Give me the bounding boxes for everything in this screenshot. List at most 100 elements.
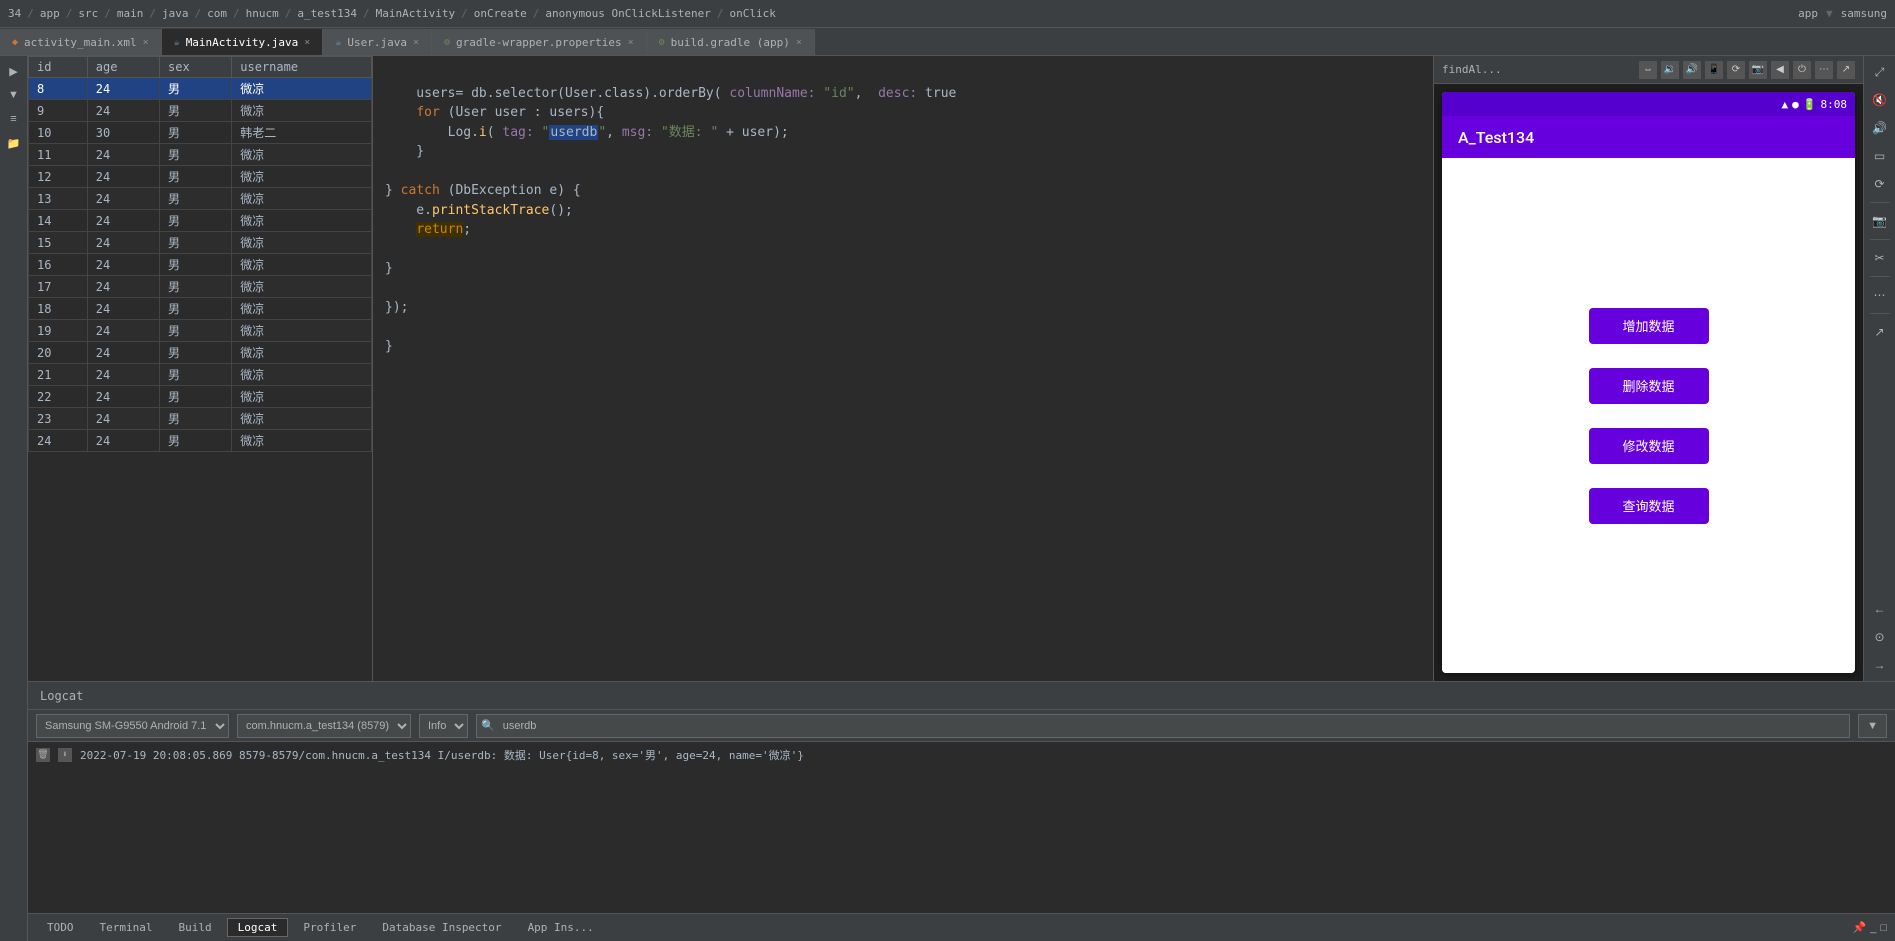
table-cell-sex: 男 — [160, 320, 232, 342]
tab-app-inspector[interactable]: App Ins... — [517, 918, 605, 937]
table-row[interactable]: 2124男微凉 — [29, 364, 372, 386]
bottom-panel-pin-btn[interactable]: 📌 — [1853, 921, 1867, 934]
logcat-content: 🗑 ⬇ 2022-07-19 20:08:05.869 8579-8579/co… — [28, 742, 1895, 913]
breadcrumb-src[interactable]: src — [78, 7, 98, 20]
forward-nav-btn[interactable]: → — [1868, 653, 1892, 677]
package-selector[interactable]: com.hnucm.a_test134 (8579) — [237, 714, 411, 738]
rotate-btn[interactable]: ⟳ — [1868, 172, 1892, 196]
table-row[interactable]: 1724男微凉 — [29, 276, 372, 298]
resource-manager-button[interactable]: 📁 — [3, 132, 25, 154]
breadcrumb-oncreate[interactable]: onCreate — [474, 7, 527, 20]
query-data-button[interactable]: 查询数据 — [1589, 488, 1709, 524]
tab-user-java[interactable]: ☕ User.java × — [323, 29, 432, 55]
bottom-panel-maximize-btn[interactable]: □ — [1880, 922, 1887, 934]
table-cell-age: 24 — [87, 144, 159, 166]
table-row[interactable]: 1824男微凉 — [29, 298, 372, 320]
delete-data-button[interactable]: 删除数据 — [1589, 368, 1709, 404]
breadcrumb-mainactivity[interactable]: MainActivity — [376, 7, 455, 20]
home-nav-btn[interactable]: ⊙ — [1868, 625, 1892, 649]
database-panel: id age sex username 824男微凉924男微凉1030男韩老二… — [28, 56, 373, 681]
level-selector[interactable]: Info — [419, 714, 468, 738]
tab-logcat[interactable]: Logcat — [227, 918, 289, 937]
table-cell-id: 16 — [29, 254, 88, 276]
table-row[interactable]: 1224男微凉 — [29, 166, 372, 188]
device-back-btn[interactable]: ◀ — [1771, 61, 1789, 79]
breadcrumb-main[interactable]: main — [117, 7, 144, 20]
collapse-all-button[interactable]: ▼ — [3, 84, 25, 106]
expand-all-button[interactable]: ▶ — [3, 60, 25, 82]
table-row[interactable]: 924男微凉 — [29, 100, 372, 122]
xml-icon: ◆ — [12, 37, 18, 48]
breadcrumb-com[interactable]: com — [207, 7, 227, 20]
add-data-button[interactable]: 增加数据 — [1589, 308, 1709, 344]
tab-database-inspector[interactable]: Database Inspector — [371, 918, 512, 937]
tab-gradle-wrapper[interactable]: ⚙ gradle-wrapper.properties × — [432, 29, 647, 55]
gradle-wrapper-icon: ⚙ — [444, 37, 450, 48]
device-more-btn[interactable]: ⋯ — [1815, 61, 1833, 79]
logcat-search-input[interactable] — [499, 714, 1849, 738]
breadcrumb-listener[interactable]: anonymous OnClickListener — [545, 7, 711, 20]
breadcrumb-samsung[interactable]: samsung — [1841, 7, 1887, 20]
tab-close-xml[interactable]: × — [143, 37, 149, 48]
code-editor[interactable]: users= db.selector(User.class).orderBy( … — [373, 56, 1433, 681]
device-rotate-btn[interactable]: ⟳ — [1727, 61, 1745, 79]
breadcrumb-app2[interactable]: app — [1798, 7, 1818, 20]
structure-button[interactable]: ≡ — [3, 108, 25, 130]
table-row[interactable]: 2024男微凉 — [29, 342, 372, 364]
device-selector[interactable]: Samsung SM-G9550 Android 7.1 — [36, 714, 229, 738]
back-nav-btn[interactable]: ← — [1868, 597, 1892, 621]
breadcrumb-hnucm[interactable]: hnucm — [246, 7, 279, 20]
sound-low-btn[interactable]: 🔇 — [1868, 88, 1892, 112]
tab-mainactivity-java[interactable]: ☕ MainActivity.java × — [162, 29, 324, 55]
device-screenshot-btn[interactable]: 📷 — [1749, 61, 1767, 79]
cut-btn[interactable]: ✂ — [1868, 246, 1892, 270]
device-volume-down-btn[interactable]: 🔉 — [1661, 61, 1679, 79]
table-row[interactable]: 1324男微凉 — [29, 188, 372, 210]
screen-size-btn[interactable]: ▭ — [1868, 144, 1892, 168]
log-download-btn[interactable]: ⬇ — [58, 748, 72, 762]
breadcrumb-app[interactable]: app — [40, 7, 60, 20]
table-cell-sex: 男 — [160, 232, 232, 254]
logcat-settings-btn[interactable]: ▼ — [1858, 714, 1887, 738]
breadcrumb-java[interactable]: java — [162, 7, 189, 20]
table-row[interactable]: 2424男微凉 — [29, 430, 372, 452]
table-row[interactable]: 2224男微凉 — [29, 386, 372, 408]
sound-high-btn[interactable]: 🔊 — [1868, 116, 1892, 140]
bottom-panel-minimize-btn[interactable]: _ — [1870, 922, 1876, 934]
device-power-btn[interactable]: ⏻ — [1793, 61, 1811, 79]
device-volume-up-btn[interactable]: 🔊 — [1683, 61, 1701, 79]
tab-profiler[interactable]: Profiler — [292, 918, 367, 937]
breadcrumb-test134[interactable]: a_test134 — [297, 7, 357, 20]
modify-data-button[interactable]: 修改数据 — [1589, 428, 1709, 464]
android-app-title: A_Test134 — [1458, 128, 1534, 147]
device-external-btn[interactable]: ↗ — [1837, 61, 1855, 79]
maximize-btn[interactable]: ⤢ — [1868, 60, 1892, 84]
more-options-btn[interactable]: ⋯ — [1868, 283, 1892, 307]
table-row[interactable]: 1624男微凉 — [29, 254, 372, 276]
table-row[interactable]: 1924男微凉 — [29, 320, 372, 342]
tab-close-mainactivity[interactable]: × — [304, 37, 310, 48]
side-separator3 — [1870, 276, 1890, 277]
table-row[interactable]: 824男微凉 — [29, 78, 372, 100]
tab-activity-xml[interactable]: ◆ activity_main.xml × — [0, 29, 162, 55]
table-row[interactable]: 1424男微凉 — [29, 210, 372, 232]
breadcrumb-onclick[interactable]: onClick — [730, 7, 776, 20]
table-row[interactable]: 1524男微凉 — [29, 232, 372, 254]
device-resize-btn[interactable]: ⇔ — [1639, 61, 1657, 79]
table-row[interactable]: 2324男微凉 — [29, 408, 372, 430]
tab-close-gradle-wrapper[interactable]: × — [628, 37, 634, 48]
tab-build[interactable]: Build — [167, 918, 222, 937]
tab-build-gradle[interactable]: ⚙ build.gradle (app) × — [647, 29, 815, 55]
tab-close-build-gradle[interactable]: × — [796, 37, 802, 48]
device-screen-btn[interactable]: 📱 — [1705, 61, 1723, 79]
snapshot-btn[interactable]: 📷 — [1868, 209, 1892, 233]
table-cell-username: 微凉 — [232, 210, 372, 232]
tab-close-user[interactable]: × — [413, 37, 419, 48]
log-delete-btn[interactable]: 🗑 — [36, 748, 50, 762]
table-row[interactable]: 1030男韩老二 — [29, 122, 372, 144]
table-row[interactable]: 1124男微凉 — [29, 144, 372, 166]
tab-terminal[interactable]: Terminal — [89, 918, 164, 937]
table-cell-id: 20 — [29, 342, 88, 364]
external-link-btn[interactable]: ↗ — [1868, 320, 1892, 344]
tab-todo[interactable]: TODO — [36, 918, 85, 937]
